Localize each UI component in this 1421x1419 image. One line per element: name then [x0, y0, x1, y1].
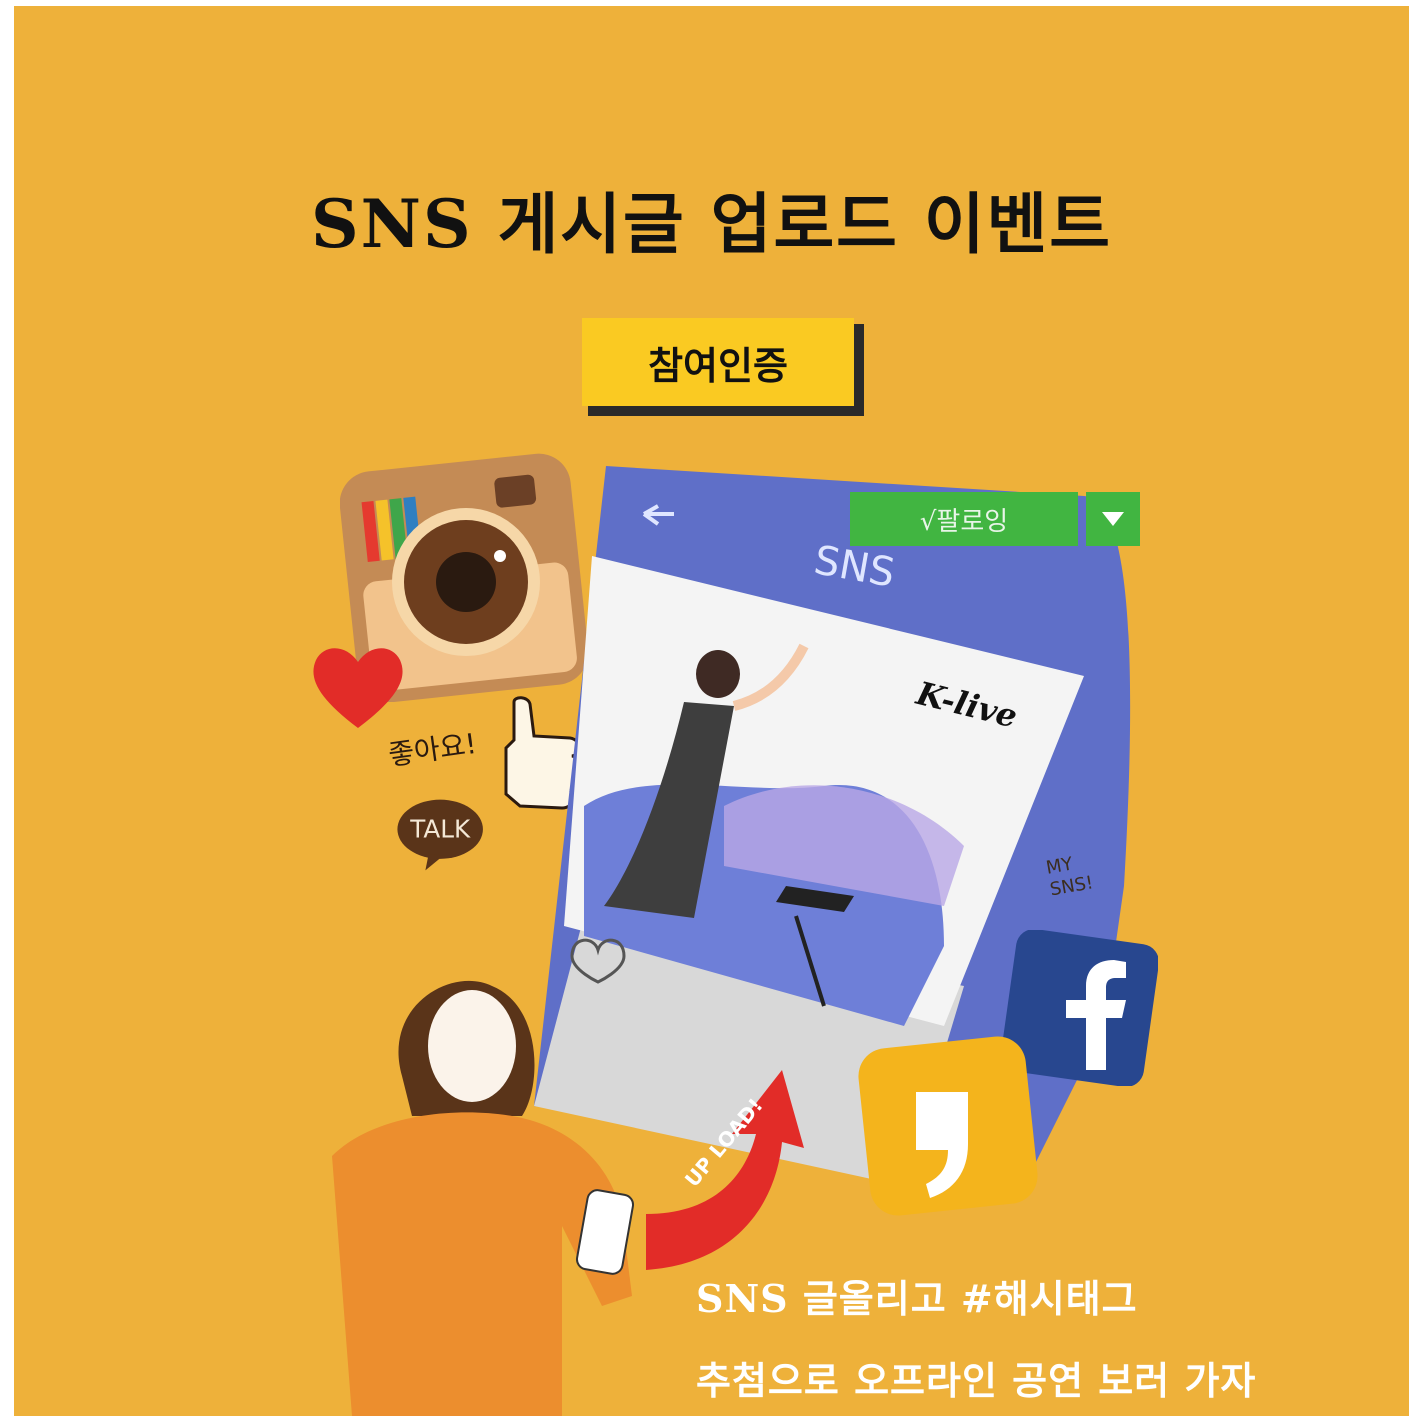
kakaostory-icon: [858, 1036, 1038, 1216]
follow-button[interactable]: √팔로잉: [850, 492, 1078, 546]
participation-badge[interactable]: 참여인증: [582, 318, 854, 406]
talk-bubble-icon: TALK: [397, 799, 483, 871]
event-poster: SNS 게시글 업로드 이벤트 참여인증 좋아요! TALK SNS √팔로잉 …: [14, 6, 1409, 1416]
talk-label: TALK: [409, 814, 471, 843]
my-sns-sticker: MY SNS!: [1044, 853, 1095, 901]
caption-line-1: SNS 글올리고 #해시태그: [696, 1276, 1138, 1321]
upload-arrow-icon: [646, 1070, 804, 1270]
woman-illustration: [332, 980, 635, 1416]
chevron-down-icon: [1102, 512, 1124, 526]
page-title: SNS 게시글 업로드 이벤트: [310, 185, 1113, 263]
caption-line-2: 추첨으로 오프라인 공연 보러 가자: [696, 1358, 1257, 1403]
follow-dropdown-button[interactable]: [1086, 492, 1140, 546]
heart-icon: [313, 648, 403, 728]
